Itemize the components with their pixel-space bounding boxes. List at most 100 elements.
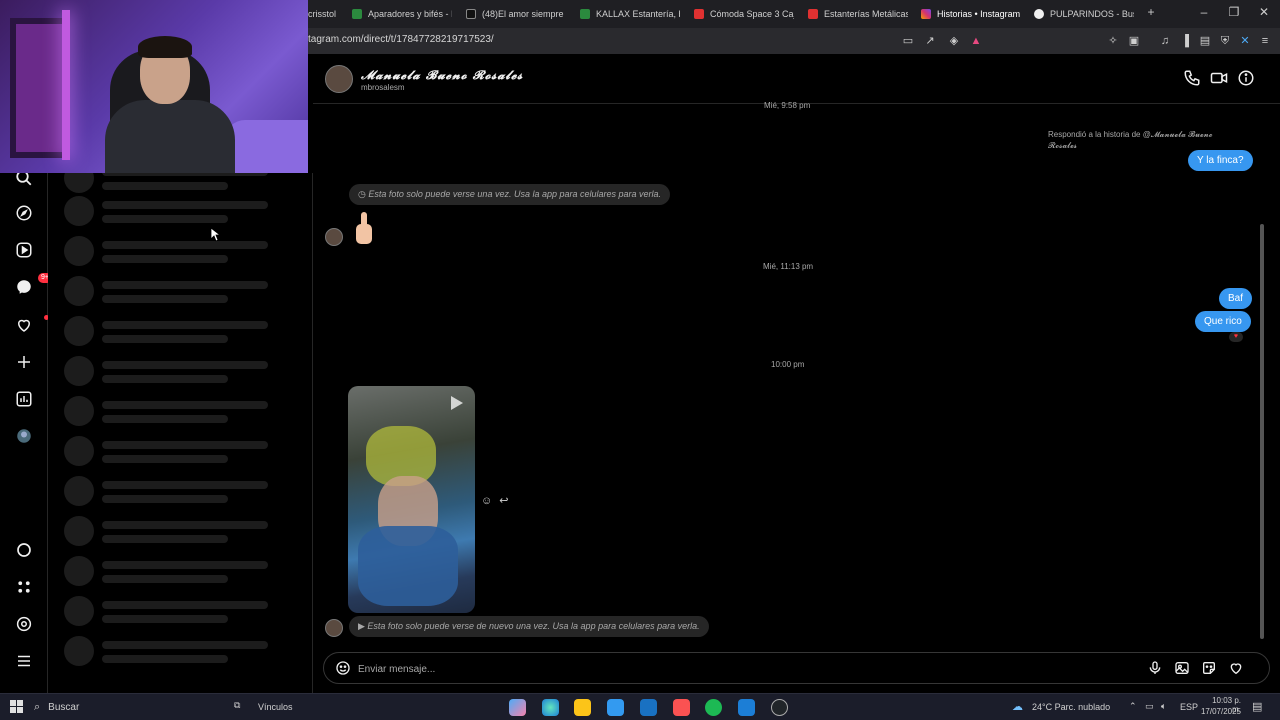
info-icon[interactable] (1237, 69, 1257, 89)
reels-icon[interactable] (14, 240, 34, 260)
tab-label: Estanterías Metálicas y (824, 9, 908, 19)
copilot-icon[interactable] (509, 699, 526, 716)
cast-icon[interactable]: ▭ (900, 33, 916, 49)
create-plus-icon[interactable] (14, 352, 34, 372)
weather-label[interactable]: 24°C Parc. nublado (1032, 702, 1110, 712)
outlook-icon[interactable] (640, 699, 657, 716)
chat-scrollbar[interactable] (1260, 224, 1264, 639)
tab-3[interactable]: (48)El amor siempre gi (466, 3, 566, 25)
tab-1[interactable]: crisstol (308, 3, 338, 25)
view-again-notice[interactable]: ▶ Esta foto solo puede verse de nuevo un… (349, 616, 709, 637)
obs-icon[interactable] (771, 699, 788, 716)
phone-icon[interactable] (1183, 69, 1203, 89)
play-icon[interactable] (451, 396, 463, 410)
sidebar-toggle-icon[interactable]: ▐ (1177, 33, 1193, 49)
screenshot-icon[interactable]: ▣ (1126, 33, 1142, 49)
extensions-icon[interactable]: ✧ (1105, 33, 1121, 49)
message-input[interactable] (358, 660, 1118, 678)
widgets-label[interactable]: Vínculos (258, 702, 293, 712)
webcam-led-light (62, 10, 70, 160)
webcam-bed (225, 120, 308, 173)
brave-rewards-icon[interactable]: ▲ (968, 33, 984, 49)
contact-name[interactable]: 𝓜𝓪𝓷𝓾𝓮𝓵𝓪 𝓑𝓾𝓮𝓷𝓸 𝓡𝓸𝓼𝓪𝓵𝓮𝓼 (361, 68, 523, 83)
network-icon[interactable]: ▭ (1145, 701, 1154, 712)
tab-7-active[interactable]: Historias • Instagram (921, 3, 1025, 25)
contact-mini-avatar (325, 619, 343, 637)
share-icon[interactable]: ↗ (922, 33, 938, 49)
chat-header: 𝓜𝓪𝓷𝓾𝓮𝓵𝓪 𝓑𝓾𝓮𝓷𝓸 𝓡𝓸𝓼𝓪𝓵𝓮𝓼 mbrosalesm (313, 54, 1280, 104)
view-once-notice[interactable]: ◷ Esta foto solo puede verse una vez. Us… (349, 184, 671, 205)
edge-icon[interactable] (542, 699, 559, 716)
media-icon[interactable]: ♫ (1157, 33, 1173, 49)
tab-label: PULPARINDOS - Busca (1050, 9, 1134, 19)
store-icon[interactable] (607, 699, 624, 716)
middle-finger-emoji-icon[interactable] (354, 212, 374, 246)
video-call-icon[interactable] (1210, 69, 1230, 89)
tab-label: Aparadores y bifés - IK (368, 9, 452, 19)
tab-5[interactable]: Cómoda Space 3 Cajo (694, 3, 794, 25)
menu-icon[interactable]: ≡ (1257, 33, 1273, 49)
contact-username: mbrosalesm (361, 83, 405, 92)
explore-icon[interactable] (14, 203, 34, 223)
reply-icon[interactable]: ↩ (499, 495, 508, 507)
windows-start-icon[interactable] (10, 700, 24, 714)
restore-icon[interactable]: ❐ (1224, 5, 1244, 19)
tab-8[interactable]: PULPARINDOS - Busca (1034, 3, 1134, 25)
emoji-icon[interactable] (335, 660, 351, 676)
url-field[interactable]: tagram.com/direct/t/17847728219717523/ (308, 34, 494, 45)
store-icon (808, 9, 818, 19)
hamburger-menu-icon[interactable] (14, 651, 34, 671)
tab-label: (48)El amor siempre gi (482, 9, 566, 19)
video-message-thumbnail[interactable] (348, 386, 475, 613)
threads-circle-icon[interactable] (14, 540, 34, 560)
taskbar-search[interactable]: ⌕ Buscar (34, 698, 224, 717)
tab-4[interactable]: KALLAX Estantería, bla (580, 3, 680, 25)
heart-reaction-icon[interactable]: ♥ (1229, 332, 1243, 342)
tab-2[interactable]: Aparadores y bifés - IK (352, 3, 452, 25)
dashboard-icon[interactable] (14, 389, 34, 409)
file-explorer-icon[interactable] (574, 699, 591, 716)
brave-shield-icon[interactable]: ◈ (946, 33, 962, 49)
story-reply-text: Respondió a la historia de @𝓜𝓪𝓷𝓾𝓮𝓵𝓪 𝓑𝓾𝓮𝓷… (1048, 130, 1213, 150)
messenger-icon[interactable]: 9+ (14, 273, 52, 297)
store-icon (694, 9, 704, 19)
tab-label: KALLAX Estantería, bla (596, 9, 680, 19)
streaming-app-icon[interactable] (738, 699, 755, 716)
notification-center-icon[interactable]: ▤ (1252, 700, 1262, 713)
brave-browser-icon[interactable] (673, 699, 690, 716)
task-view-icon[interactable]: ⧉ (234, 700, 240, 711)
windows-taskbar: ⌕ Buscar ⧉ Vínculos ☁ 24°C Parc. nublado … (0, 693, 1280, 720)
tab-6[interactable]: Estanterías Metálicas y (808, 3, 908, 25)
close-icon[interactable]: ✕ (1254, 5, 1274, 19)
language-label[interactable]: ESP (1180, 702, 1198, 712)
view-again-text: Esta foto solo puede verse de nuevo una … (367, 621, 700, 631)
like-heart-icon[interactable] (1228, 660, 1244, 676)
view-once-text: Esta foto solo puede verse una vez. Usa … (368, 189, 662, 199)
volume-icon[interactable]: 🔈︎ (1161, 701, 1166, 712)
heart-icon[interactable] (14, 315, 49, 335)
taskbar-search-label: Buscar (48, 702, 80, 713)
instagram-icon (921, 9, 931, 19)
spotify-icon[interactable] (705, 699, 722, 716)
tray-chevron-icon[interactable]: ⌃ (1129, 701, 1137, 712)
extension-puzzle-icon[interactable]: ✕ (1237, 33, 1253, 49)
image-icon[interactable] (1174, 660, 1190, 676)
instagram-nav-rail: 9+ (0, 170, 52, 693)
profile-avatar[interactable] (14, 426, 34, 446)
message-sent[interactable]: Y la finca? (1188, 150, 1253, 171)
microphone-icon[interactable] (1147, 660, 1163, 676)
tab-label: Cómoda Space 3 Cajo (710, 9, 794, 19)
wallet-icon[interactable]: ▤ (1197, 33, 1213, 49)
message-sent[interactable]: Que rico (1195, 311, 1251, 332)
new-tab-button[interactable]: + (1141, 5, 1161, 19)
vpn-icon[interactable]: ⛨ (1217, 33, 1233, 49)
minimize-icon[interactable]: – (1194, 5, 1214, 19)
react-emoji-icon[interactable]: ☺ (481, 495, 492, 507)
contact-avatar[interactable] (325, 65, 353, 93)
message-sent[interactable]: Baf (1219, 288, 1253, 309)
meta-apps-icon[interactable] (14, 577, 34, 597)
threads-icon[interactable] (14, 614, 34, 634)
tab-label: Historias • Instagram (937, 9, 1021, 19)
clock-date[interactable]: 17/07/2025 (1199, 707, 1241, 716)
sticker-icon[interactable] (1201, 660, 1217, 676)
